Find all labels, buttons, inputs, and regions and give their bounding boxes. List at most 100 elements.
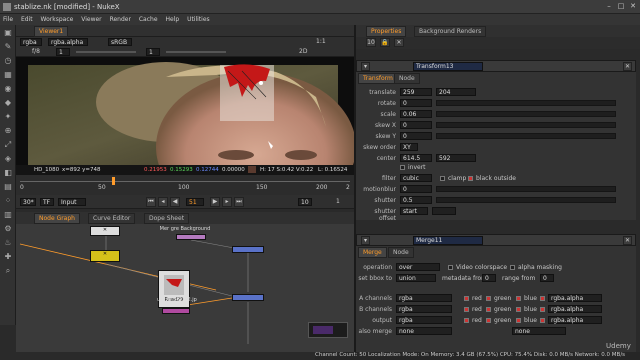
merge-collapse-icon[interactable]: ▾	[361, 236, 370, 245]
ofx-tool-icon[interactable]: ✚	[3, 252, 13, 262]
next-key-button[interactable]: ▸	[222, 197, 232, 207]
operation-select[interactable]: over	[396, 263, 440, 271]
menu-viewer[interactable]: Viewer	[78, 14, 104, 25]
shutter-offset-select[interactable]: start	[400, 207, 428, 215]
a-blue-checkbox[interactable]	[516, 296, 521, 301]
a-channels-select[interactable]: rgba	[396, 294, 452, 302]
out-green-checkbox[interactable]	[486, 318, 491, 323]
b-red-checkbox[interactable]	[464, 307, 469, 312]
tab-curve-editor[interactable]: Curve Editor	[88, 213, 136, 224]
skew-x-slider[interactable]	[436, 122, 616, 128]
out-blue-checkbox[interactable]	[516, 318, 521, 323]
play-button[interactable]: ▶	[210, 197, 220, 207]
center-x-field[interactable]: 614.5	[400, 154, 432, 162]
menu-file[interactable]: File	[0, 14, 16, 25]
metadata-select[interactable]: 0	[482, 274, 496, 282]
b-alpha-checkbox[interactable]	[540, 307, 545, 312]
shutter-slider[interactable]	[436, 197, 616, 203]
tab-node-merge[interactable]: Node	[388, 247, 414, 258]
transform13-node[interactable]	[232, 246, 264, 253]
other-tool-icon[interactable]: ⚙	[3, 224, 13, 234]
set-bbox-select[interactable]: union	[396, 274, 436, 282]
tab-dope-sheet[interactable]: Dope Sheet	[144, 213, 190, 224]
shutter-offset-value[interactable]	[432, 207, 456, 215]
draw-tool-icon[interactable]: ✎	[3, 42, 13, 52]
gamma-slider[interactable]	[166, 51, 226, 53]
video-colorspace-checkbox[interactable]	[448, 265, 453, 270]
rotate-slider[interactable]	[436, 100, 616, 106]
menu-cache[interactable]: Cache	[136, 14, 161, 25]
minimap[interactable]	[308, 322, 348, 338]
menu-help[interactable]: Help	[162, 14, 182, 25]
viewer-canvas[interactable]	[16, 57, 354, 165]
tf-select[interactable]: TF	[40, 198, 54, 206]
skew-y-slider[interactable]	[436, 133, 616, 139]
layer-select[interactable]: rgba.alpha	[48, 38, 88, 46]
merge-tool-icon[interactable]: ⊕	[3, 126, 13, 136]
menu-workspace[interactable]: Workspace	[38, 14, 77, 25]
invert-checkbox[interactable]	[400, 165, 405, 170]
read-output-node[interactable]	[162, 308, 190, 314]
b-alpha-select[interactable]: rgba.alpha	[548, 305, 602, 313]
merge11-node[interactable]	[232, 294, 264, 301]
gamma-field[interactable]: 1	[146, 48, 160, 56]
motionblur-slider[interactable]	[436, 186, 616, 192]
rotate-field[interactable]: 0	[400, 99, 432, 107]
menu-utilities[interactable]: Utilities	[184, 14, 213, 25]
views-tool-icon[interactable]: ◧	[3, 168, 13, 178]
collapse-icon[interactable]: ▾	[361, 62, 370, 71]
lock-icon[interactable]: 🔒	[380, 38, 390, 47]
tab-properties[interactable]: Properties	[366, 26, 407, 37]
colorspace-select[interactable]: sRGB	[108, 38, 132, 46]
translate-y-field[interactable]: 204	[436, 88, 476, 96]
timeline[interactable]: 0 50 100 150 200 2	[16, 175, 354, 195]
clamp-checkbox[interactable]	[440, 176, 445, 181]
constant-node[interactable]	[176, 234, 206, 240]
first-frame-button[interactable]: ⏮	[146, 197, 156, 207]
skew-x-field[interactable]: 0	[400, 121, 432, 129]
filter-tool-icon[interactable]: ◆	[3, 98, 13, 108]
range-select[interactable]: 0	[540, 274, 554, 282]
maximize-button[interactable]: □	[616, 2, 626, 11]
last-frame-button[interactable]: ⏭	[234, 197, 244, 207]
image-tool-icon[interactable]: ▣	[3, 28, 13, 38]
a-alpha-select[interactable]: rgba.alpha	[548, 294, 602, 302]
play-back-button[interactable]: ◀	[170, 197, 180, 207]
transform13-name[interactable]: Transform13	[413, 62, 483, 71]
tab-node-graph[interactable]: Node Graph	[34, 213, 80, 224]
merge11-name[interactable]: Merge11	[413, 236, 483, 245]
center-y-field[interactable]: 592	[436, 154, 476, 162]
node-count-field[interactable]: 10	[366, 38, 376, 47]
skew-y-field[interactable]: 0	[400, 132, 432, 140]
transform-node-yellow[interactable]: ✕	[90, 250, 120, 262]
gain-field[interactable]: 1	[56, 48, 70, 56]
out-alpha-select[interactable]: rgba.alpha	[548, 316, 602, 324]
out-red-checkbox[interactable]	[464, 318, 469, 323]
skew-order-select[interactable]: XY	[400, 143, 418, 151]
a-alpha-checkbox[interactable]	[540, 296, 545, 301]
motionblur-field[interactable]: 0	[400, 185, 432, 193]
transform-tool-icon[interactable]: ⤢	[3, 140, 13, 150]
minimize-button[interactable]: –	[604, 2, 614, 11]
out-alpha-checkbox[interactable]	[540, 318, 545, 323]
b-blue-checkbox[interactable]	[516, 307, 521, 312]
output-select[interactable]: rgba	[396, 316, 452, 324]
alpha-masking-checkbox[interactable]	[510, 265, 515, 270]
also-merge-select-2[interactable]: none	[512, 327, 566, 335]
clear-panels-icon[interactable]: ✕	[394, 38, 404, 47]
fps-select[interactable]: 30*	[20, 198, 36, 206]
keyer-tool-icon[interactable]: ✦	[3, 112, 13, 122]
input-select[interactable]: Input	[58, 198, 86, 206]
playhead[interactable]	[112, 177, 115, 185]
shutter-field[interactable]: 0.5	[400, 196, 432, 204]
filter-select[interactable]: cubic	[400, 174, 432, 182]
b-green-checkbox[interactable]	[486, 307, 491, 312]
tab-merge[interactable]: Merge	[358, 247, 387, 258]
frame-field[interactable]: 51	[186, 198, 204, 206]
metadata-tool-icon[interactable]: ▤	[3, 182, 13, 192]
step-field[interactable]: 10	[298, 198, 312, 206]
zoom-label[interactable]: 1:1	[316, 38, 326, 45]
a-red-checkbox[interactable]	[464, 296, 469, 301]
scale-slider[interactable]	[436, 111, 616, 117]
time-tool-icon[interactable]: ◷	[3, 56, 13, 66]
